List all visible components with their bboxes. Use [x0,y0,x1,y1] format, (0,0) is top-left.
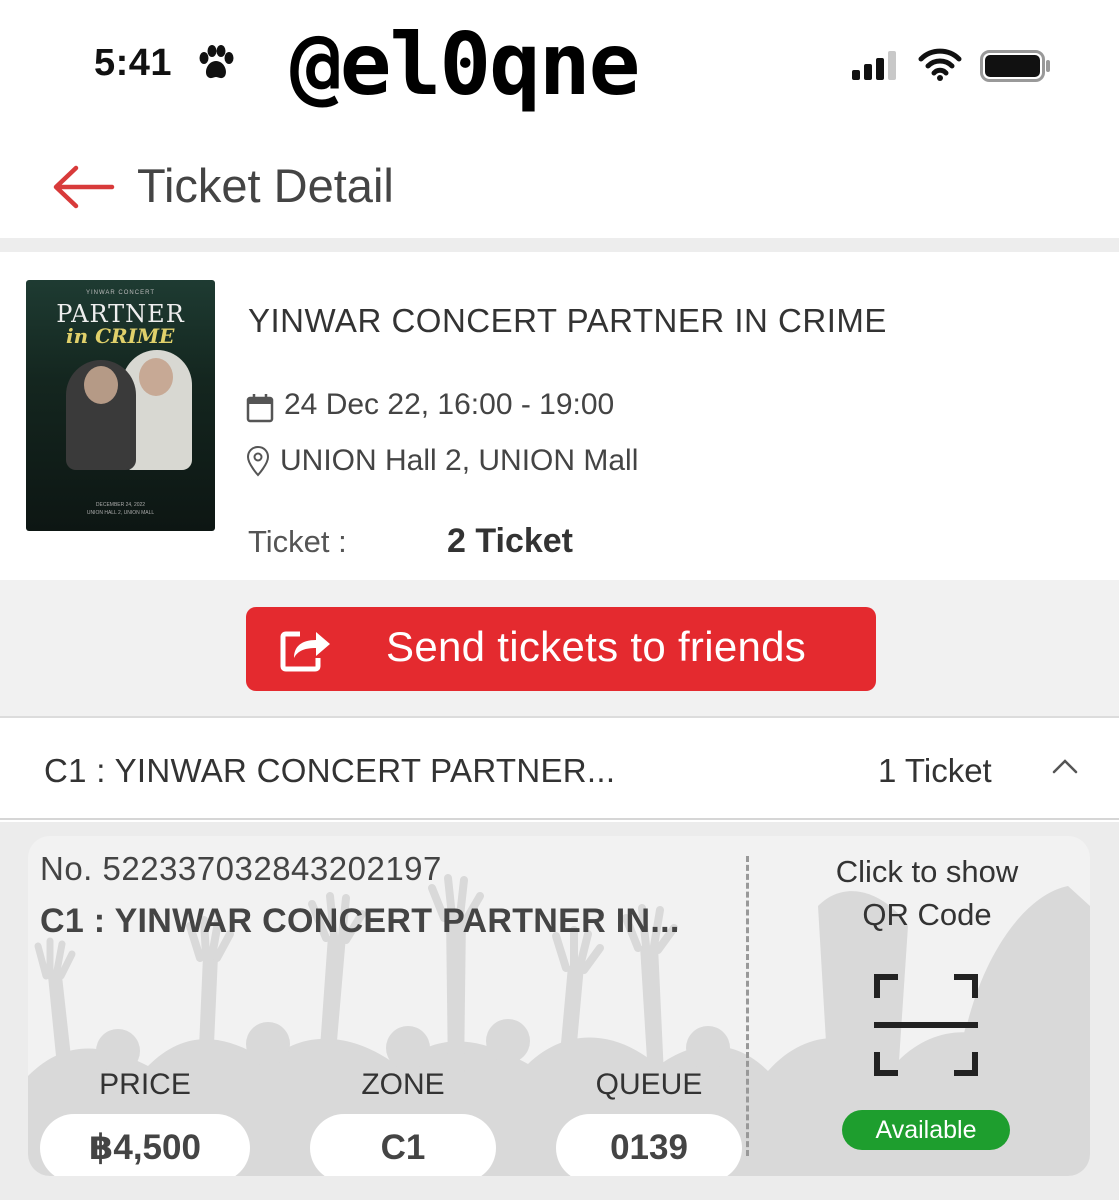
event-poster: YINWAR CONCERT PARTNER in CRIME DECEMBER… [26,280,215,531]
zone-label: ZONE [361,1068,445,1101]
ticket-group-count: 1 Ticket [878,752,992,789]
poster-top-line: YINWAR CONCERT [85,290,155,296]
status-time: 5:41 [94,42,173,84]
ticket-group-accordion[interactable]: C1 : YINWAR CONCERT PARTNER... 1 Ticket [0,720,1119,820]
status-bar: 5:41 @el0qne [0,0,1119,135]
event-title: YINWAR CONCERT PARTNER IN CRIME [248,302,887,339]
back-arrow-icon[interactable] [52,164,116,210]
watermark-handle: @el0qne [290,15,640,115]
price-label: PRICE [99,1068,191,1101]
poster-date-line: DECEMBER 24, 2022 [95,502,146,508]
event-location: UNION Hall 2, UNION Mall [280,444,639,477]
divider [0,238,1119,252]
event-card: YINWAR CONCERT PARTNER in CRIME DECEMBER… [0,252,1119,580]
zone-value: C1 [310,1114,496,1176]
share-icon [280,631,330,672]
wifi-icon [918,48,962,81]
ticket-group-title: C1 : YINWAR CONCERT PARTNER... [44,752,616,789]
ticket-name: C1 : YINWAR CONCERT PARTNER IN... [40,902,680,940]
send-tickets-label: Send tickets to friends [386,623,807,670]
qr-prompt-line1: Click to show [835,854,1019,889]
poster-details: DECEMBER 24, 2022 UNION HALL 2, UNION MA… [34,501,207,517]
qr-prompt[interactable]: Click to show QR Code [768,850,1086,936]
ticket-count-label: Ticket : [248,524,347,559]
ticket-number: No. 522337032843202197 [40,850,442,887]
event-datetime: 24 Dec 22, 16:00 - 19:00 [284,388,615,421]
poster-subtitle: in CRIME [66,324,175,348]
signal-icon [852,51,896,80]
queue-value: 0139 [556,1114,742,1176]
price-value: ฿4,500 [40,1114,250,1176]
page-title: Ticket Detail [137,159,394,212]
poster-figure-head [139,358,173,396]
poster-venue-line: UNION HALL 2, UNION MALL [86,510,155,516]
queue-label: QUEUE [595,1068,703,1101]
paw-icon [199,45,234,79]
ticket-count-value: 2 Ticket [447,522,574,560]
qr-scan-icon[interactable] [874,974,978,1076]
chevron-up-icon[interactable] [1052,758,1078,774]
ticket-list: No. 522337032843202197 C1 : YINWAR CONCE… [0,822,1119,1200]
send-section: Send tickets to friends [0,580,1119,718]
ticket-perforation [746,856,749,1156]
poster-figure-head [84,366,118,404]
send-tickets-button[interactable]: Send tickets to friends [246,607,876,691]
ticket-card[interactable]: No. 522337032843202197 C1 : YINWAR CONCE… [28,836,1090,1176]
status-badge: Available [842,1110,1010,1150]
location-pin-icon [246,445,270,477]
calendar-icon [246,394,274,423]
battery-icon [980,50,1050,82]
qr-prompt-line2: QR Code [862,897,992,932]
header: Ticket Detail [0,140,1119,236]
